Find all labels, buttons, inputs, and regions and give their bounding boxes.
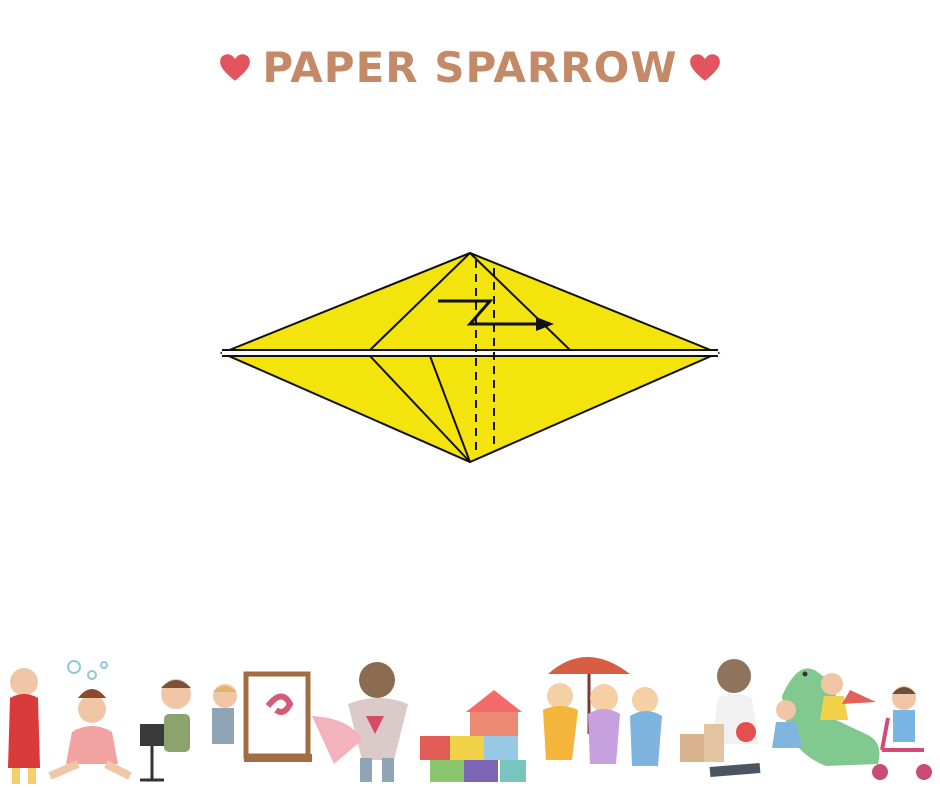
child-sitting bbox=[48, 689, 132, 780]
paper-shape bbox=[219, 251, 721, 464]
child-scooter bbox=[872, 686, 932, 780]
children-illustration-border bbox=[8, 657, 932, 784]
fold-diagram bbox=[219, 251, 721, 464]
dinosaur-toy bbox=[772, 668, 880, 766]
toy-blocks bbox=[420, 690, 526, 782]
child-easel bbox=[212, 671, 312, 762]
center-white-line bbox=[222, 349, 718, 357]
children-umbrella bbox=[543, 657, 662, 766]
child-building bbox=[680, 659, 761, 777]
child-superhero bbox=[312, 662, 408, 782]
child-music-stand bbox=[140, 679, 191, 782]
